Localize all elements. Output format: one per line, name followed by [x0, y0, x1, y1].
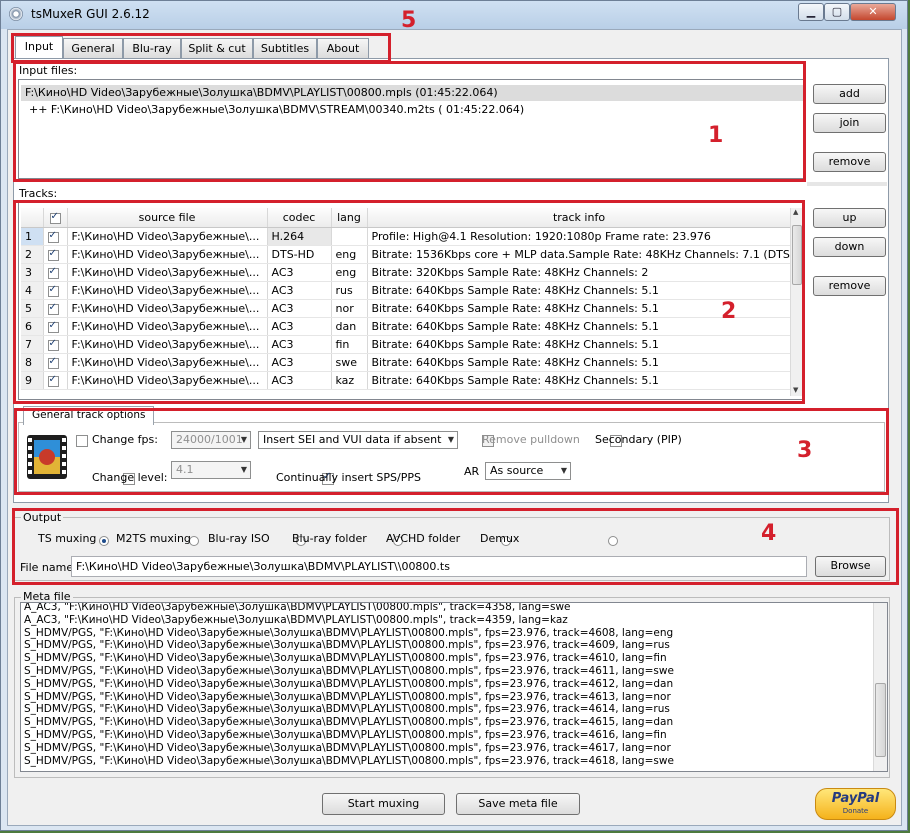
meta-line: S_HDMV/PGS, "F:\Кино\HD Video\Зарубежные…	[24, 639, 670, 652]
meta-line: S_HDMV/PGS, "F:\Кино\HD Video\Зарубежные…	[24, 652, 667, 665]
annotation-box-5	[11, 33, 391, 63]
app-icon	[9, 7, 23, 21]
annotation-box-4	[12, 508, 899, 585]
annotation-box-1	[13, 61, 806, 182]
meta-line: S_HDMV/PGS, "F:\Кино\HD Video\Зарубежные…	[24, 677, 674, 690]
annotation-number-4: 4	[761, 521, 777, 546]
annotation-number-3: 3	[797, 438, 813, 463]
meta-file-text[interactable]: A_AC3, "F:\Кино\HD Video\Зарубежные\Золу…	[20, 602, 888, 772]
add-button[interactable]: add	[813, 84, 886, 104]
remove-track-button[interactable]: remove	[813, 276, 886, 296]
meta-line: S_HDMV/PGS, "F:\Кино\HD Video\Зарубежные…	[24, 716, 674, 729]
paypal-donate-button[interactable]: PayPal Donate	[815, 788, 896, 820]
meta-line: S_HDMV/PGS, "F:\Кино\HD Video\Зарубежные…	[24, 626, 674, 639]
annotation-box-3	[14, 408, 889, 495]
window-title: tsMuxeR GUI 2.6.12	[31, 7, 150, 21]
annotation-number-2: 2	[721, 299, 737, 324]
annotation-number-5: 5	[401, 8, 417, 33]
meta-line: S_HDMV/PGS, "F:\Кино\HD Video\Зарубежные…	[24, 754, 674, 767]
tracks-label: Tracks:	[19, 187, 58, 200]
move-down-button[interactable]: down	[813, 237, 886, 257]
minimize-button[interactable]: ▁	[798, 3, 824, 21]
app-window: tsMuxeR GUI 2.6.12 ▁ ▢ ✕ Input General B…	[0, 0, 908, 831]
meta-lines: A_AC3, "F:\Кино\HD Video\Зарубежные\Золу…	[24, 602, 674, 767]
meta-line: A_AC3, "F:\Кино\HD Video\Зарубежные\Золу…	[24, 613, 568, 626]
start-muxing-button[interactable]: Start muxing	[322, 793, 445, 815]
maximize-button[interactable]: ▢	[824, 3, 850, 21]
paypal-logo: PayPal	[831, 791, 880, 806]
meta-scrollbar[interactable]	[873, 603, 887, 771]
meta-line: S_HDMV/PGS, "F:\Кино\HD Video\Зарубежные…	[24, 690, 671, 703]
remove-file-button[interactable]: remove	[813, 152, 886, 172]
meta-line: S_HDMV/PGS, "F:\Кино\HD Video\Зарубежные…	[24, 664, 674, 677]
annotation-number-1: 1	[708, 123, 724, 148]
splitter[interactable]	[807, 182, 887, 186]
meta-line: A_AC3, "F:\Кино\HD Video\Зарубежные\Золу…	[24, 602, 571, 613]
save-meta-button[interactable]: Save meta file	[456, 793, 580, 815]
meta-line: S_HDMV/PGS, "F:\Кино\HD Video\Зарубежные…	[24, 703, 670, 716]
meta-scrollbar-thumb[interactable]	[875, 683, 886, 757]
meta-line: S_HDMV/PGS, "F:\Кино\HD Video\Зарубежные…	[24, 728, 667, 741]
move-up-button[interactable]: up	[813, 208, 886, 228]
donate-label: Donate	[842, 807, 869, 815]
annotation-box-2	[13, 200, 805, 404]
close-button[interactable]: ✕	[850, 3, 896, 21]
meta-line: S_HDMV/PGS, "F:\Кино\HD Video\Зарубежные…	[24, 741, 671, 754]
title-bar[interactable]: tsMuxeR GUI 2.6.12 ▁ ▢ ✕	[1, 1, 907, 29]
join-button[interactable]: join	[813, 113, 886, 133]
